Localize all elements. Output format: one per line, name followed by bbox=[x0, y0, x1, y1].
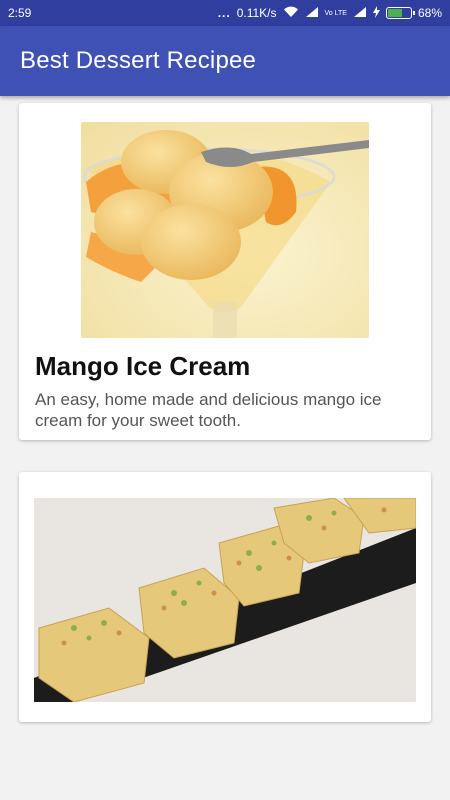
wifi-icon bbox=[283, 6, 299, 21]
ice-cream-photo bbox=[81, 122, 369, 338]
app-bar: Best Dessert Recipee bbox=[0, 26, 450, 96]
recipe-title: Mango Ice Cream bbox=[35, 351, 251, 381]
recipe-description: An easy, home made and delicious mango i… bbox=[35, 390, 382, 430]
volte-badge: Vo LTE bbox=[324, 9, 347, 17]
charging-icon bbox=[372, 5, 380, 21]
signal-icon bbox=[305, 6, 319, 21]
recipe-card-mango-ice-cream[interactable]: Mango Ice Cream An easy, home made and d… bbox=[19, 103, 431, 440]
battery-icon bbox=[385, 7, 415, 19]
status-icons: ... 0.11K/s Vo LTE 68% bbox=[217, 5, 442, 21]
status-time: 2:59 bbox=[8, 6, 32, 20]
app-title: Best Dessert Recipee bbox=[20, 47, 257, 74]
burfi-photo bbox=[34, 498, 416, 702]
recipe-card-burfi[interactable] bbox=[19, 472, 431, 722]
network-speed: 0.11K/s bbox=[236, 6, 277, 20]
notification-dots: ... bbox=[217, 6, 231, 20]
status-bar: 2:59 ... 0.11K/s Vo LTE 68% bbox=[0, 0, 450, 26]
battery-percent: 68% bbox=[417, 6, 442, 20]
signal-icon-2 bbox=[353, 6, 367, 21]
